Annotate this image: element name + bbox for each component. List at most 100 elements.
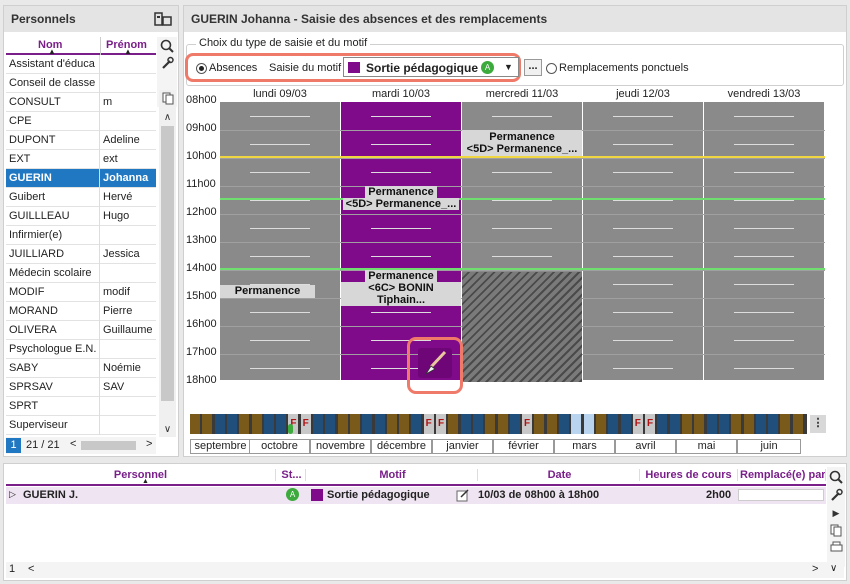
week-chip[interactable]	[325, 414, 336, 434]
column-header[interactable]: Personnel	[6, 469, 276, 481]
column-header[interactable]: Heures de cours	[640, 469, 738, 481]
list-item[interactable]: SPRT	[6, 397, 156, 416]
h-scroll-thumb[interactable]	[81, 441, 136, 450]
week-chip[interactable]	[595, 414, 606, 434]
week-chip[interactable]	[620, 414, 631, 434]
motif-select[interactable]: Sortie pédagogique A ▼	[343, 57, 519, 77]
week-chip[interactable]	[276, 414, 287, 434]
list-item[interactable]: MODIF modif	[6, 283, 156, 302]
list-item[interactable]: JUILLIARD Jessica	[6, 245, 156, 264]
week-chip[interactable]	[755, 414, 766, 434]
scroll-thumb[interactable]	[161, 126, 174, 401]
week-chip[interactable]	[608, 414, 619, 434]
week-chip[interactable]	[337, 414, 348, 434]
week-chip[interactable]	[460, 414, 471, 434]
week-chip[interactable]	[349, 414, 360, 434]
list-item[interactable]: MORAND Pierre	[6, 302, 156, 321]
week-chip[interactable]	[682, 414, 692, 434]
radio-remplacements-label[interactable]: Remplacements ponctuels	[559, 62, 689, 74]
wrench-icon[interactable]	[828, 487, 844, 503]
list-item[interactable]: OLIVERA Guillaume	[6, 321, 156, 340]
scroll-right-icon[interactable]: >	[146, 438, 152, 450]
print-icon[interactable]	[828, 539, 844, 555]
holiday-chip[interactable]: F	[645, 414, 656, 434]
search-icon[interactable]	[158, 38, 176, 54]
month-label[interactable]: avril	[615, 439, 676, 454]
holiday-chip[interactable]: F	[423, 414, 434, 434]
dropdown-arrow-icon[interactable]: ▼	[504, 62, 513, 72]
week-chip[interactable]	[571, 414, 582, 434]
list-item[interactable]: Psychologue E.N.	[6, 340, 156, 359]
vertical-scrollbar[interactable]: ∧ ∨	[159, 90, 176, 437]
week-chip[interactable]	[485, 414, 496, 434]
week-chip[interactable]	[313, 414, 323, 434]
scroll-up-icon[interactable]: ∧	[159, 110, 176, 124]
week-chip[interactable]	[190, 414, 200, 434]
radio-remplacements[interactable]	[546, 63, 557, 74]
list-item[interactable]: GUERIN Johanna	[6, 169, 156, 188]
month-label[interactable]: septembre	[190, 439, 251, 454]
expand-icon[interactable]: ▷	[9, 489, 16, 500]
week-chip[interactable]	[386, 414, 397, 434]
week-chip[interactable]	[768, 414, 779, 434]
week-chip[interactable]	[214, 414, 225, 434]
scroll-down-icon[interactable]: ∨	[159, 422, 176, 436]
week-chip[interactable]	[239, 414, 250, 434]
week-chip[interactable]	[411, 414, 422, 434]
radio-absences-label[interactable]: Absences	[209, 62, 257, 74]
week-chip[interactable]	[669, 414, 680, 434]
month-label[interactable]: juin	[737, 439, 801, 454]
week-chip[interactable]	[534, 414, 545, 434]
month-label[interactable]: février	[493, 439, 554, 454]
event-card[interactable]: Permanence	[220, 285, 315, 298]
copy-icon[interactable]	[159, 90, 176, 106]
month-label[interactable]: novembre	[310, 439, 371, 454]
list-item[interactable]: Superviseur	[6, 416, 156, 435]
week-chip[interactable]	[731, 414, 742, 434]
row-remplace-field[interactable]	[738, 489, 824, 501]
more-options-icon[interactable]: ⋮	[810, 415, 826, 433]
week-chip[interactable]	[448, 414, 459, 434]
week-chip[interactable]	[472, 414, 483, 434]
week-chip[interactable]	[792, 414, 803, 434]
event-card[interactable]: Permanence<6C> BONIN Tiphain...	[341, 270, 461, 306]
scroll-down-icon[interactable]: ∨	[830, 563, 837, 574]
list-item[interactable]: SPRSAV SAV	[6, 378, 156, 397]
week-chip[interactable]	[780, 414, 791, 434]
paintbrush-icon[interactable]	[418, 348, 452, 381]
month-label[interactable]: mars	[554, 439, 615, 454]
list-item[interactable]: SABY Noémie	[6, 359, 156, 378]
week-chip[interactable]	[743, 414, 754, 434]
list-item[interactable]: Médecin scolaire	[6, 264, 156, 283]
list-item[interactable]: CPE	[6, 112, 156, 131]
list-item[interactable]: Infirmier(e)	[6, 226, 156, 245]
holiday-chip[interactable]: F	[522, 414, 533, 434]
week-chip[interactable]	[583, 414, 594, 434]
edit-icon[interactable]	[456, 488, 470, 505]
list-item[interactable]: Conseil de classe	[6, 74, 156, 93]
week-chip[interactable]	[706, 414, 717, 434]
scroll-left-icon[interactable]: <	[28, 563, 34, 575]
radio-absences[interactable]	[196, 63, 207, 74]
holiday-chip[interactable]: F	[632, 414, 643, 434]
week-chip[interactable]	[374, 414, 385, 434]
search-icon[interactable]	[828, 469, 844, 485]
wrench-icon[interactable]	[158, 55, 176, 71]
week-chip[interactable]	[694, 414, 705, 434]
scroll-left-icon[interactable]: <	[70, 438, 76, 450]
week-chip[interactable]	[202, 414, 213, 434]
month-label[interactable]: décembre	[371, 439, 432, 454]
cabinet-icon[interactable]	[154, 11, 172, 27]
week-chip[interactable]	[263, 414, 274, 434]
list-item[interactable]: GUILLLEAU Hugo	[6, 207, 156, 226]
week-chip[interactable]	[509, 414, 520, 434]
column-header[interactable]: Remplacé(e) par	[740, 469, 826, 481]
week-chip[interactable]	[226, 414, 237, 434]
ellipsis-button[interactable]: ...	[524, 59, 542, 76]
week-chip[interactable]	[559, 414, 569, 434]
event-card[interactable]: Permanence<5D> Permanence_...	[341, 186, 461, 212]
week-chip[interactable]	[251, 414, 262, 434]
month-label[interactable]: octobre	[249, 439, 310, 454]
week-chip[interactable]	[657, 414, 668, 434]
column-header[interactable]: Motif	[308, 469, 478, 481]
